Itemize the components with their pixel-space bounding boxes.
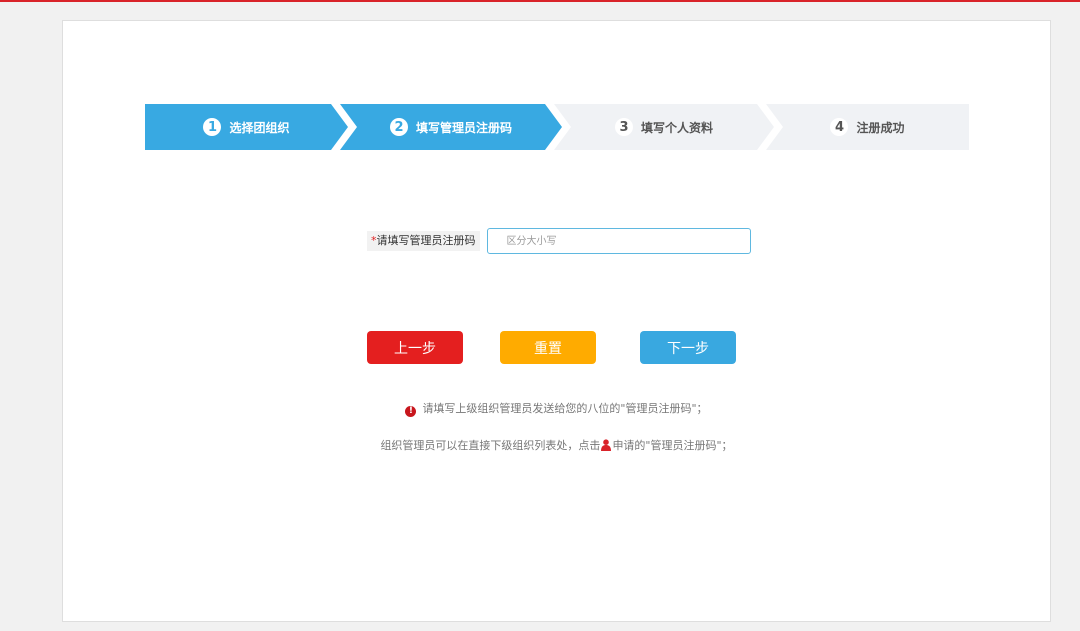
- user-icon: [601, 439, 612, 454]
- step-2: 2 填写管理员注册码: [340, 104, 562, 150]
- step-2-number: 2: [389, 118, 408, 136]
- registration-code-input[interactable]: [486, 228, 751, 254]
- notice-line-1: ! 请填写上级组织管理员发送给您的八位的"管理员注册码"；: [63, 400, 1050, 417]
- reset-button[interactable]: 重置: [500, 331, 596, 364]
- step-3-number: 3: [614, 118, 633, 136]
- step-progress-bar: 1 选择团组织 2 填写管理员注册码 3 填写个人资料 4 注册成功: [145, 104, 969, 150]
- step-4-label: 注册成功: [856, 120, 905, 135]
- step-3-label: 填写个人资料: [640, 120, 713, 135]
- next-step-button[interactable]: 下一步: [640, 331, 736, 364]
- notice-line-1-text: 请填写上级组织管理员发送给您的八位的"管理员注册码"；: [422, 402, 708, 415]
- registration-code-label: *请填写管理员注册码: [367, 231, 480, 251]
- step-2-label: 填写管理员注册码: [415, 120, 512, 135]
- warning-icon: !: [405, 406, 417, 417]
- top-accent-line: [0, 0, 1080, 2]
- step-3: 3 填写个人资料: [554, 104, 774, 150]
- notice-line-2-text-before: 组织管理员可以在直接下级组织列表处，点击: [380, 439, 601, 452]
- step-1: 1 选择团组织: [145, 104, 348, 150]
- step-4: 4 注册成功: [766, 104, 969, 150]
- notice-line-2: 组织管理员可以在直接下级组织列表处，点击 申请的"管理员注册码"；: [63, 437, 1050, 454]
- step-1-number: 1: [203, 118, 222, 136]
- step-4-number: 4: [830, 118, 849, 136]
- notice-line-2-text-after: 申请的"管理员注册码"；: [612, 439, 733, 452]
- step-1-label: 选择团组织: [229, 120, 290, 135]
- registration-card: 1 选择团组织 2 填写管理员注册码 3 填写个人资料 4 注册成功 *请填写管…: [62, 20, 1051, 622]
- registration-code-row: *请填写管理员注册码: [367, 228, 751, 254]
- prev-step-button[interactable]: 上一步: [367, 331, 463, 364]
- registration-code-label-text: 请填写管理员注册码: [376, 234, 476, 247]
